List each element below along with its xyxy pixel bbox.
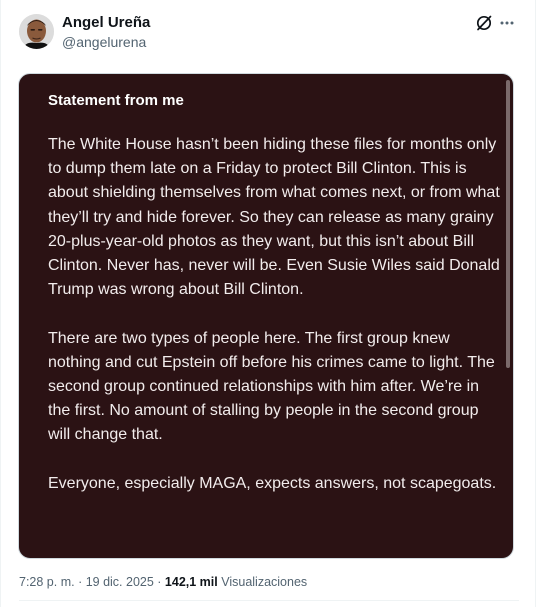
statement-scrollbar-thumb[interactable] — [506, 80, 510, 368]
tweet-detail: Angel Ureña @angelurena Statement from m… — [0, 0, 536, 607]
divider — [19, 600, 519, 601]
statement-paragraph: The White House hasn’t been hiding these… — [48, 136, 500, 299]
tweet-date[interactable]: 19 dic. 2025 — [86, 575, 154, 589]
statement-image[interactable]: Statement from me The White House hasn’t… — [18, 73, 514, 559]
tweet-header: Angel Ureña @angelurena — [19, 13, 519, 53]
views-label: Visualizaciones — [217, 575, 308, 589]
statement-paragraph: Everyone, especially MAGA, expects answe… — [48, 474, 497, 492]
grok-icon[interactable] — [475, 14, 493, 32]
tweet-metadata: 7:28 p. m. · 19 dic. 2025 · 142,1 mil Vi… — [19, 574, 307, 590]
statement-body: The White House hasn’t been hiding these… — [48, 133, 500, 520]
meta-separator: · — [74, 575, 86, 589]
tweet-time[interactable]: 7:28 p. m. — [19, 575, 75, 589]
author-display-name[interactable]: Angel Ureña — [62, 14, 150, 32]
author-handle[interactable]: @angelurena — [62, 33, 150, 51]
statement-paragraph: There are two types of people here. The … — [48, 329, 495, 444]
more-horizontal-icon[interactable] — [499, 16, 515, 30]
views-count[interactable]: 142,1 mil — [165, 575, 218, 589]
author-names: Angel Ureña @angelurena — [62, 14, 150, 51]
meta-separator: · — [153, 575, 165, 589]
avatar-image — [19, 14, 54, 49]
statement-title: Statement from me — [48, 92, 184, 109]
author-avatar[interactable] — [19, 14, 54, 49]
